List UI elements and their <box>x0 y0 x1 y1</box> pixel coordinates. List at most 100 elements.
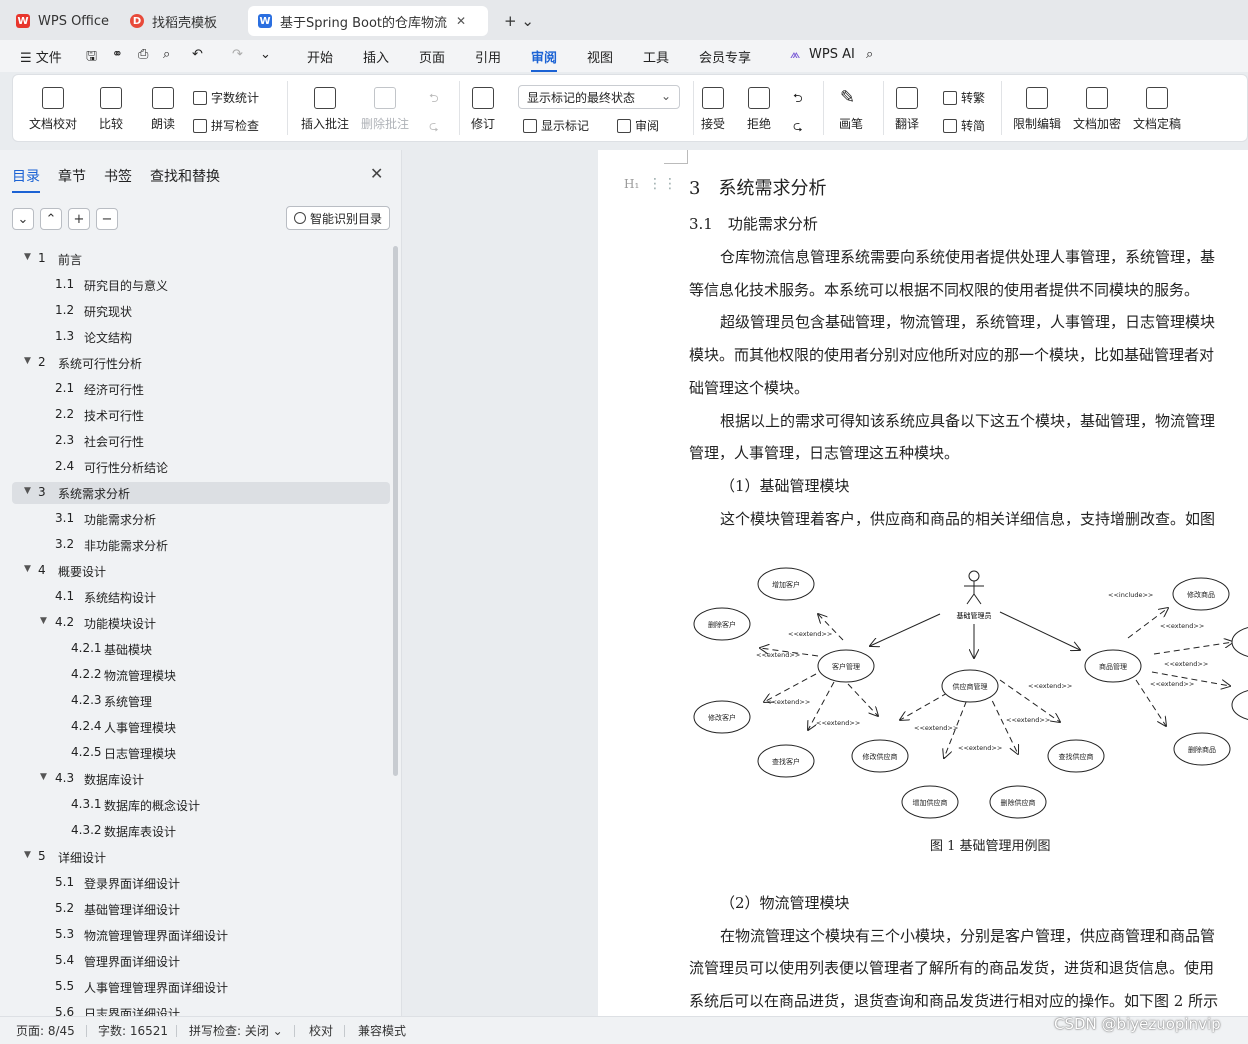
tab-wps-office[interactable]: W WPS Office <box>6 6 110 36</box>
menu-wps-ai[interactable]: WPS AI <box>809 47 855 62</box>
toc-item[interactable]: 5.4 管理界面详细设计 <box>12 950 390 972</box>
next-change-icon[interactable]: ⮎ <box>793 117 803 138</box>
toc-item[interactable]: 4.2.3 系统管理 <box>12 690 390 712</box>
accept-button[interactable]: 接受 <box>701 87 725 132</box>
compare-button[interactable]: 比较 <box>99 87 123 132</box>
toc-item[interactable]: ▼ 3 系统需求分析 <box>12 482 390 504</box>
nav-tab-find-replace[interactable]: 查找和替换 <box>150 166 220 186</box>
toc-item[interactable]: 4.2.5 日志管理模块 <box>12 742 390 764</box>
document-page[interactable]: H₁ ⋮⋮ 3 系统需求分析 3.1 功能需求分析 仓库物流信息管理系统需要向系… <box>598 150 1248 1016</box>
toc-item[interactable]: 4.3.1 数据库的概念设计 <box>12 794 390 816</box>
toc-item[interactable]: 4.2.4 人事管理模块 <box>12 716 390 738</box>
toc-item[interactable]: ▼ 4.3 数据库设计 <box>12 768 390 790</box>
toc-item[interactable]: ▼ 4.2 功能模块设计 <box>12 612 390 634</box>
toc-item[interactable]: ▼ 5 详细设计 <box>12 846 390 868</box>
menu-view[interactable]: 视图 <box>587 47 613 66</box>
print-preview-icon[interactable]: ⌕ <box>163 47 170 62</box>
to-traditional-button[interactable]: 转繁 <box>943 89 985 106</box>
toc-item[interactable]: 5.5 人事管理管理界面详细设计 <box>12 976 390 998</box>
print-icon[interactable]: ⎙ <box>138 47 148 62</box>
expand-arrow-icon[interactable]: ▼ <box>40 772 47 782</box>
proofread-status[interactable]: 校对 <box>309 1022 333 1039</box>
finalize-button[interactable]: 文档定稿 <box>1133 87 1181 132</box>
expand-arrow-icon[interactable]: ▼ <box>24 356 31 366</box>
redo-icon[interactable]: ↷ <box>232 47 243 62</box>
nav-tab-chapter[interactable]: 章节 <box>58 166 86 186</box>
toc-item[interactable]: 1.3 论文结构 <box>12 326 390 348</box>
toc-item[interactable]: 5.2 基础管理详细设计 <box>12 898 390 920</box>
wps-ai-icon[interactable]: ⩕ <box>790 47 800 62</box>
prev-comment-icon[interactable]: ⮌ <box>429 89 439 110</box>
toc-item[interactable]: 2.3 社会可行性 <box>12 430 390 452</box>
show-marks-button[interactable]: 显示标记 <box>523 117 589 134</box>
review-pane-button[interactable]: 审阅 <box>617 117 659 134</box>
menu-page[interactable]: 页面 <box>419 47 445 66</box>
scrollbar[interactable] <box>393 246 398 776</box>
markup-display-select[interactable]: 显示标记的最终状态 ⌄ <box>518 85 680 109</box>
remove-heading-button[interactable]: − <box>96 208 118 230</box>
spell-check-button[interactable]: 拼写检查 <box>193 117 259 134</box>
toc-item[interactable]: 5.6 日志界面详细设计 <box>12 1002 390 1016</box>
translate-button[interactable]: 翻译 <box>895 87 919 132</box>
toc-item[interactable]: 5.3 物流管理管理界面详细设计 <box>12 924 390 946</box>
new-tab-button[interactable]: + ⌄ <box>494 6 538 36</box>
smart-toc-button[interactable]: 智能识别目录 <box>286 206 390 230</box>
more-chevron-icon[interactable]: ⌄ <box>260 47 271 62</box>
toc-item[interactable]: 1.2 研究现状 <box>12 300 390 322</box>
toc-item[interactable]: 5.1 登录界面详细设计 <box>12 872 390 894</box>
file-menu[interactable]: ☰ 文件 <box>20 47 62 66</box>
toc-item[interactable]: ▼ 4 概要设计 <box>12 560 390 582</box>
tab-document[interactable]: W 基于Spring Boot的仓库物流 ✕ <box>248 6 488 36</box>
collapse-up-button[interactable]: ⌃ <box>40 208 62 230</box>
menu-insert[interactable]: 插入 <box>363 47 389 66</box>
insert-comment-button[interactable]: 插入批注 <box>301 87 349 132</box>
spell-check-status[interactable]: 拼写检查: 关闭 ⌄ <box>189 1022 283 1039</box>
toc-item[interactable]: 3.1 功能需求分析 <box>12 508 390 530</box>
tab-template[interactable]: D 找稻壳模板 <box>120 6 240 36</box>
expand-arrow-icon[interactable]: ▼ <box>24 486 31 496</box>
menu-review[interactable]: 审阅 <box>531 47 558 72</box>
expand-down-button[interactable]: ⌄ <box>12 208 34 230</box>
expand-arrow-icon[interactable]: ▼ <box>40 616 47 626</box>
read-aloud-button[interactable]: 朗读 <box>151 87 175 132</box>
add-heading-button[interactable]: + <box>68 208 90 230</box>
toc-item[interactable]: 4.3.2 数据库表设计 <box>12 820 390 842</box>
expand-arrow-icon[interactable]: ▼ <box>24 252 31 262</box>
encrypt-button[interactable]: 文档加密 <box>1073 87 1121 132</box>
reject-button[interactable]: 拒绝 <box>747 87 771 132</box>
nav-tab-bookmark[interactable]: 书签 <box>104 166 132 186</box>
menu-start[interactable]: 开始 <box>307 47 333 66</box>
to-simplified-button[interactable]: 转简 <box>943 117 985 134</box>
revise-button[interactable]: 修订 <box>471 87 495 132</box>
menu-reference[interactable]: 引用 <box>475 47 501 66</box>
toc-item[interactable]: 4.2.2 物流管理模块 <box>12 664 390 686</box>
close-icon[interactable]: ✕ <box>456 14 466 28</box>
menu-member[interactable]: 会员专享 <box>699 47 751 66</box>
undo-icon[interactable]: ↶ <box>192 47 203 62</box>
doc-check-button[interactable]: 文档校对 <box>29 87 77 132</box>
menu-tools[interactable]: 工具 <box>643 47 669 66</box>
toc-item[interactable]: 2.1 经济可行性 <box>12 378 390 400</box>
toc-item[interactable]: 2.4 可行性分析结论 <box>12 456 390 478</box>
delete-comment-button[interactable]: 删除批注 <box>361 87 409 132</box>
toc-item[interactable]: ▼ 1 前言 <box>12 248 390 270</box>
expand-arrow-icon[interactable]: ▼ <box>24 564 31 574</box>
toc-item[interactable]: 4.2.1 基础模块 <box>12 638 390 660</box>
save-icon[interactable]: 🖫 <box>86 47 97 69</box>
word-count-button[interactable]: 字数统计 <box>193 89 259 106</box>
drag-handle-icon[interactable]: ⋮⋮ <box>648 176 678 192</box>
word-count[interactable]: 字数: 16521 <box>98 1022 168 1039</box>
toc-item[interactable]: ▼ 2 系统可行性分析 <box>12 352 390 374</box>
pen-button[interactable]: ✎ 画笔 <box>839 87 863 132</box>
page-indicator[interactable]: 页面: 8/45 <box>16 1022 75 1039</box>
restrict-edit-button[interactable]: 限制编辑 <box>1013 87 1061 132</box>
share-icon[interactable]: ⚭ <box>112 47 123 62</box>
expand-arrow-icon[interactable]: ▼ <box>24 850 31 860</box>
toc-item[interactable]: 2.2 技术可行性 <box>12 404 390 426</box>
nav-tab-toc[interactable]: 目录 <box>12 166 40 193</box>
toc-item[interactable]: 4.1 系统结构设计 <box>12 586 390 608</box>
search-icon[interactable]: ⌕ <box>866 47 873 62</box>
toc-item[interactable]: 1.1 研究目的与意义 <box>12 274 390 296</box>
prev-change-icon[interactable]: ⮌ <box>793 89 803 110</box>
toc-item[interactable]: 3.2 非功能需求分析 <box>12 534 390 556</box>
